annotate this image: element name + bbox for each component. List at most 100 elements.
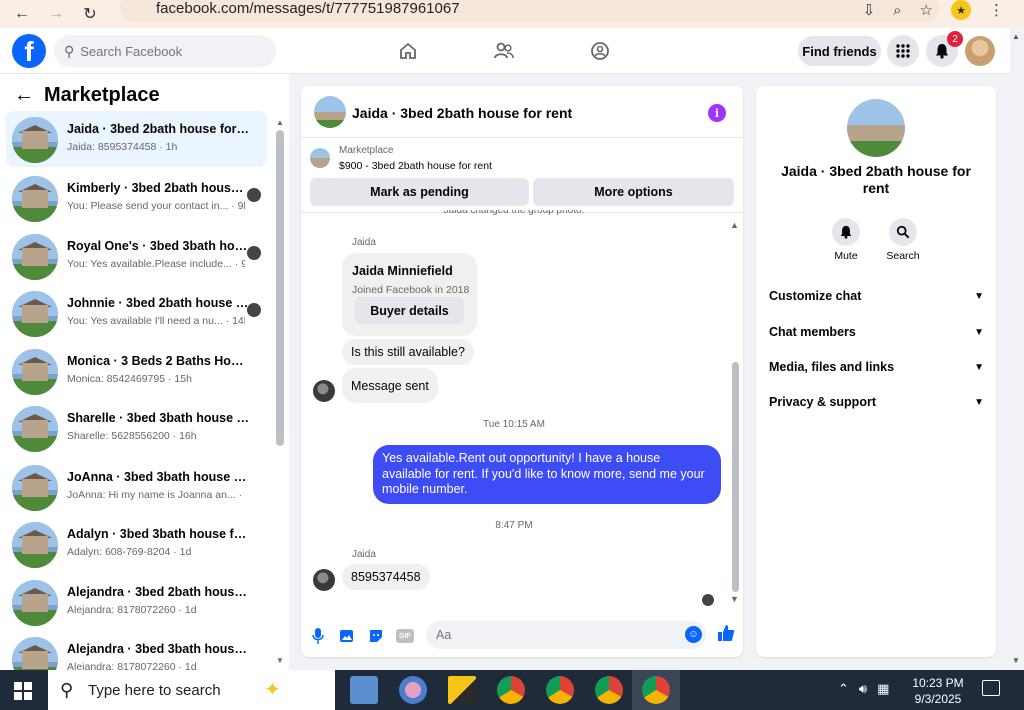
message-composer: GIF ☺: [301, 616, 743, 657]
paint-app-icon[interactable]: [399, 676, 427, 704]
window-scroll-up-icon[interactable]: ▲: [1012, 32, 1020, 41]
participant-avatar: [247, 246, 261, 260]
forward-arrow-icon[interactable]: →: [44, 2, 68, 26]
mute-bell-icon[interactable]: [832, 218, 860, 246]
mute-action[interactable]: Mute: [821, 218, 871, 262]
file-explorer-app-icon[interactable]: [350, 676, 378, 704]
reload-icon[interactable]: ↻: [78, 2, 102, 26]
friends-icon[interactable]: [491, 38, 517, 64]
conversation-item[interactable]: Adalyn · 3bed 3bath house for r... Adalyn…: [6, 516, 267, 572]
chrome-profile-3-icon[interactable]: [595, 676, 623, 704]
sender-avatar[interactable]: [313, 569, 335, 591]
emoji-icon[interactable]: ☺: [685, 626, 702, 643]
facebook-search-input[interactable]: [80, 43, 261, 59]
thumbs-up-icon[interactable]: [717, 624, 735, 647]
window-scroll-down-icon[interactable]: ▼: [1012, 656, 1020, 665]
listing-thumbnail: [12, 117, 58, 163]
browser-menu-icon[interactable]: ⋮: [989, 1, 1004, 19]
chat-members-row[interactable]: Chat members ▼: [769, 325, 984, 339]
listing-price[interactable]: $900 - 3bed 2bath house for rent: [339, 160, 492, 172]
facebook-logo-icon[interactable]: f: [12, 34, 46, 68]
message-bubble[interactable]: Message sent: [342, 368, 438, 403]
volume-icon[interactable]: 🔊︎: [859, 681, 867, 697]
chrome-active-icon[interactable]: [642, 676, 670, 704]
buyer-profile-card: Jaida Minniefield Joined Facebook in 201…: [342, 253, 477, 336]
scroll-up-arrow-icon[interactable]: ▲: [730, 220, 739, 230]
bookmark-star-icon[interactable]: ☆: [920, 1, 933, 19]
find-friends-button[interactable]: Find friends: [798, 36, 881, 66]
address-bar[interactable]: facebook.com/messages/t/777751987961067: [120, 0, 940, 22]
conversation-item[interactable]: Monica · 3 Beds 2 Baths House Monica: 854…: [6, 343, 267, 399]
chat-info-panel: Jaida · 3bed 2bath house for rent Mute S…: [756, 86, 996, 657]
message-bubble[interactable]: 8595374458: [342, 564, 430, 590]
search-action[interactable]: Search: [878, 218, 928, 262]
media-files-row[interactable]: Media, files and links ▼: [769, 360, 984, 374]
menu-grid-icon[interactable]: [887, 35, 919, 67]
sidebar-scrollbar[interactable]: [276, 130, 284, 446]
taskbar-search-box[interactable]: ⚲ Type here to search ✦: [48, 670, 335, 710]
sticky-notes-app-icon[interactable]: [448, 676, 476, 704]
clock-time: 10:23 PM: [912, 676, 964, 690]
conversation-item[interactable]: Royal One's · 3bed 3bath hou... You: Yes …: [6, 228, 267, 284]
listing-thumbnail[interactable]: [310, 148, 330, 168]
install-icon[interactable]: ⇩: [863, 1, 876, 19]
microphone-icon[interactable]: [309, 627, 327, 645]
scroll-down-arrow-icon[interactable]: ▼: [730, 594, 739, 604]
chat-title[interactable]: Jaida · 3bed 2bath house for rent: [352, 105, 572, 121]
taskbar-search-placeholder: Type here to search: [88, 681, 221, 699]
chat-scrollbar[interactable]: [732, 362, 739, 592]
mark-pending-button[interactable]: Mark as pending: [310, 178, 529, 206]
conversation-item[interactable]: Alejandra · 3bed 2bath house f... Alejand…: [6, 574, 267, 630]
extension-icon[interactable]: ★: [951, 0, 971, 20]
buyer-joined: Joined Facebook in 2018: [352, 284, 470, 296]
gif-icon[interactable]: GIF: [396, 629, 414, 643]
conversation-title: JoAnna · 3bed 3bath house for ...: [67, 470, 249, 484]
photo-icon[interactable]: [338, 627, 356, 645]
info-icon[interactable]: i: [708, 104, 726, 122]
listing-thumbnail: [12, 522, 58, 568]
chat-thumbnail[interactable]: [314, 96, 346, 128]
conversation-item[interactable]: JoAnna · 3bed 3bath house for ... JoAnna:…: [6, 459, 267, 515]
conversation-title: Johnnie · 3bed 2bath house f...: [67, 296, 249, 310]
message-bubble[interactable]: Is this still available?: [342, 339, 474, 365]
profile-avatar[interactable]: [965, 36, 995, 66]
sidebar-title: Marketplace: [44, 84, 160, 106]
home-icon[interactable]: [395, 38, 421, 64]
copilot-sparkle-icon[interactable]: ✦: [264, 677, 281, 702]
conversation-item[interactable]: Kimberly · 3bed 2bath house ... You: Plea…: [6, 170, 267, 226]
scroll-down-arrow-icon[interactable]: ▼: [276, 656, 284, 665]
listing-thumbnail: [12, 176, 58, 222]
search-icon[interactable]: [889, 218, 917, 246]
outgoing-message-bubble[interactable]: Yes available.Rent out opportunity! I ha…: [373, 445, 721, 504]
zoom-icon[interactable]: ⌕: [893, 2, 901, 19]
sticker-icon[interactable]: [367, 627, 385, 645]
scroll-up-arrow-icon[interactable]: ▲: [276, 118, 284, 127]
buyer-details-button[interactable]: Buyer details: [355, 297, 464, 324]
notification-center-icon[interactable]: [982, 680, 1000, 696]
message-input[interactable]: [426, 621, 706, 649]
customize-chat-row[interactable]: Customize chat ▼: [769, 289, 984, 303]
windows-start-icon[interactable]: [14, 682, 32, 700]
sender-avatar[interactable]: [313, 380, 335, 402]
privacy-support-row[interactable]: Privacy & support ▼: [769, 395, 984, 409]
conversation-snippet: Monica: 8542469795 · 15h: [67, 373, 192, 385]
groups-icon[interactable]: [587, 38, 613, 64]
chevron-up-icon[interactable]: ⌃: [838, 681, 849, 697]
conversation-item[interactable]: Sharelle · 3bed 3bath house for ... Share…: [6, 400, 267, 456]
listing-thumbnail: [12, 465, 58, 511]
chrome-profile-2-icon[interactable]: [546, 676, 574, 704]
chrome-profile-k-icon[interactable]: [497, 676, 525, 704]
conversation-item[interactable]: Jaida · 3bed 2bath house for rent Jaida: …: [6, 111, 267, 167]
back-arrow-icon[interactable]: ←: [14, 84, 34, 107]
timestamp: 8:47 PM: [495, 520, 533, 531]
more-options-button[interactable]: More options: [533, 178, 734, 206]
conversation-snippet: You: Yes available.Please include... · 9…: [67, 258, 245, 270]
system-message: Jaida changed the group photo.: [443, 210, 585, 216]
back-arrow-icon[interactable]: ←: [10, 2, 34, 26]
network-icon[interactable]: ▦: [877, 681, 889, 697]
conversation-item[interactable]: Johnnie · 3bed 2bath house f... You: Yes …: [6, 285, 267, 341]
participant-avatar: [247, 188, 261, 202]
facebook-search[interactable]: ⚲: [54, 35, 276, 67]
clock[interactable]: 10:23 PM 9/3/2025: [902, 675, 974, 707]
chat-info-thumbnail[interactable]: [847, 99, 905, 157]
